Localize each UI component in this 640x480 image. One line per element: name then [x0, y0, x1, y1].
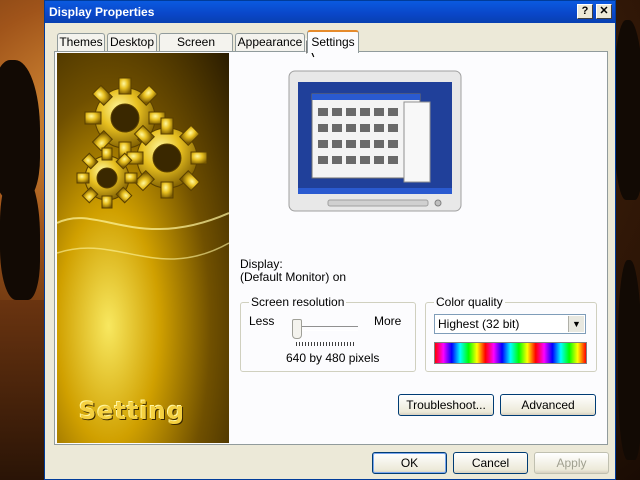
tree-silhouette — [614, 20, 640, 200]
more-label: More — [374, 314, 402, 328]
tab-appearance[interactable]: Appearance — [235, 33, 305, 52]
gears-icon — [57, 77, 229, 260]
display-label: Display: — [240, 257, 283, 271]
help-button[interactable]: ? — [577, 4, 593, 19]
window-title: Display Properties — [49, 5, 155, 19]
resolution-value: 640 by 480 pixels — [286, 351, 380, 365]
tree-silhouette — [618, 260, 640, 460]
less-label: Less — [249, 314, 275, 328]
water-reflection — [0, 300, 46, 480]
banner-text: Setting — [79, 397, 185, 425]
resolution-slider-track[interactable] — [296, 326, 358, 331]
color-quality-title: Color quality — [434, 295, 505, 309]
tab-screen-saver[interactable]: Screen Saver — [159, 33, 233, 66]
screen-resolution-title: Screen resolution — [249, 295, 347, 309]
color-quality-select[interactable]: Highest (32 bit) ▼ — [434, 314, 586, 334]
ok-button[interactable]: OK — [372, 452, 447, 474]
title-bar[interactable]: Display Properties ? ✕ — [45, 1, 615, 23]
tab-desktop[interactable]: Desktop — [107, 33, 157, 52]
color-spectrum-bar — [434, 342, 587, 364]
slider-ticks — [296, 342, 356, 346]
troubleshoot-button[interactable]: Troubleshoot... — [398, 394, 494, 416]
monitor-preview-icon — [288, 70, 462, 212]
settings-side-banner: Setting — [57, 53, 229, 443]
color-quality-value: Highest (32 bit) — [438, 317, 520, 331]
cancel-button[interactable]: Cancel — [453, 452, 528, 474]
tree-silhouette — [0, 170, 40, 300]
tab-settings[interactable]: Settings — [307, 30, 359, 53]
resolution-slider-thumb[interactable] — [292, 319, 302, 339]
chevron-down-icon[interactable]: ▼ — [568, 316, 584, 332]
tab-themes[interactable]: Themes — [57, 33, 105, 52]
apply-button[interactable]: Apply — [534, 452, 609, 474]
display-value: (Default Monitor) on — [240, 270, 347, 284]
advanced-button[interactable]: Advanced — [500, 394, 596, 416]
close-button[interactable]: ✕ — [596, 4, 612, 19]
